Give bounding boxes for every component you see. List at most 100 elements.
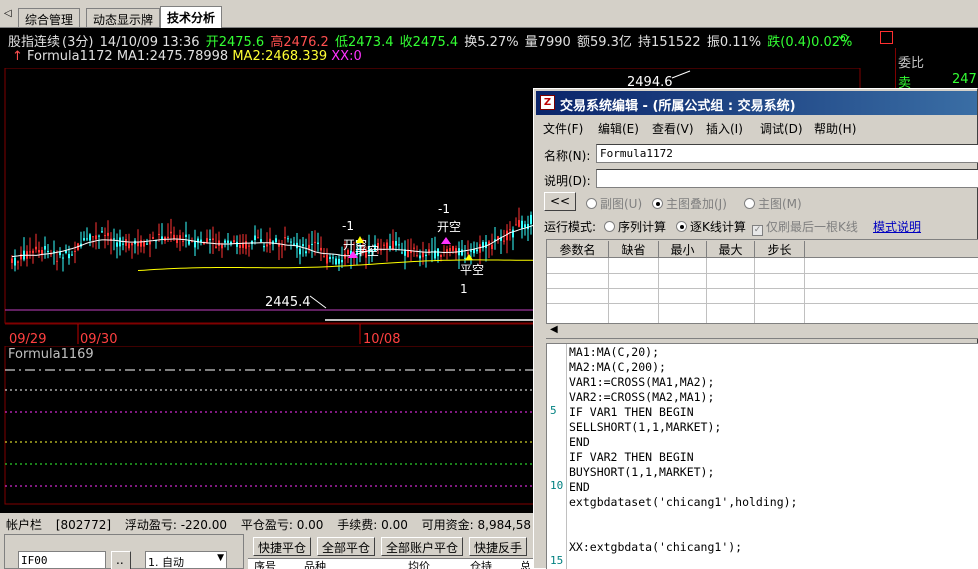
amplitude: 振0.11% <box>706 35 762 50</box>
chevron-down-icon: ▼ <box>217 553 224 563</box>
code-line: SELLSHORT(1,1,MARKET); <box>569 420 722 434</box>
description-input[interactable] <box>596 169 978 188</box>
candle-body <box>266 244 268 247</box>
radio-main-overlay[interactable]: 主图叠加(J) <box>652 195 727 212</box>
candle-body <box>530 214 532 224</box>
candle-body <box>104 235 106 237</box>
radio-series-calc[interactable]: 序列计算 <box>604 218 666 235</box>
toggle-icon[interactable]: ⟲ <box>838 31 856 45</box>
candle-body <box>59 252 61 256</box>
candle-body <box>233 240 235 243</box>
arrow-up-icon: ↑ <box>12 49 23 64</box>
mode-help-link[interactable]: 模式说明 <box>873 218 921 235</box>
candle-body <box>422 251 424 258</box>
contract-picker-button[interactable]: .. <box>111 551 131 569</box>
radio-main-chart[interactable]: 主图(M) <box>744 195 802 212</box>
order-ratio-label: 委比 <box>898 56 925 71</box>
description-label: 说明(D): <box>544 174 591 188</box>
menu-edit[interactable]: 编辑(E) <box>598 120 639 137</box>
quick-reverse-button[interactable]: 快捷反手 <box>469 537 528 556</box>
candle-body <box>98 235 100 237</box>
candle-body <box>125 239 127 246</box>
floating-pl: 浮动盈亏: -220.00 <box>124 518 228 532</box>
candle-body <box>149 241 151 245</box>
candle-body <box>281 245 283 247</box>
candle-body <box>335 258 337 265</box>
name-input[interactable]: Formula1172 <box>596 144 978 163</box>
collapse-button[interactable]: << <box>544 192 576 211</box>
candle-body <box>341 259 343 263</box>
order-mode-select[interactable]: 1. 自动 ▼ <box>145 551 227 569</box>
candle-body <box>131 243 133 246</box>
candle-body <box>344 253 346 259</box>
candle-body <box>182 240 184 242</box>
candle-body <box>479 244 481 253</box>
code-line: extgbdataset('chicang1',holding); <box>569 495 798 509</box>
col-symbol: 品种 <box>304 560 326 569</box>
window-toggle-icon[interactable] <box>880 31 893 44</box>
radio-dot <box>676 221 687 232</box>
candle-body <box>338 258 340 264</box>
tab-technical-analysis[interactable]: 技术分析 <box>160 6 223 28</box>
account-id: [802772] <box>55 518 112 532</box>
candle-body <box>161 236 163 239</box>
candle-body <box>11 258 13 263</box>
candle-body <box>383 244 385 246</box>
radio-main-chart-label: 主图(M) <box>758 197 802 211</box>
candle-body <box>464 257 466 259</box>
date-label-1008: 10/08 <box>363 332 400 346</box>
code-line: MA2:MA(C,200); <box>569 360 666 374</box>
candle-body <box>218 240 220 246</box>
grid-line <box>547 288 978 289</box>
tab-scroll-left-icon[interactable]: ◁ <box>4 8 16 22</box>
dialog-titlebar[interactable]: Z 交易系统编辑 - (所属公式组 : 交易系统) <box>536 91 977 115</box>
contract-input[interactable]: IF00 <box>18 551 106 569</box>
quick-close-button[interactable]: 快捷平仓 <box>253 537 312 556</box>
candle-body <box>290 241 292 243</box>
candle-body <box>65 250 67 253</box>
xx-value: XX:0 <box>331 49 362 64</box>
candle-body <box>146 243 148 245</box>
candle-body <box>188 240 190 245</box>
param-col-min: 最小 <box>659 241 707 257</box>
col-index: 序号 <box>254 560 276 569</box>
radio-bar-calc-label: 逐K线计算 <box>690 220 746 234</box>
menu-help[interactable]: 帮助(H) <box>814 120 856 137</box>
scroll-left-icon[interactable]: ◀ <box>550 324 558 335</box>
formula-code-editor[interactable]: 5 10 15 MA1:MA(C,20); MA2:MA(C,200); VAR1:… <box>546 343 978 569</box>
radio-subchart[interactable]: 副图(U) <box>586 195 642 212</box>
tab-dynamic-board[interactable]: 动态显示牌 <box>86 8 161 27</box>
volume: 量7990 <box>524 35 571 50</box>
signal-num: -1 <box>342 219 354 233</box>
candle-body <box>215 246 217 249</box>
signal-num: -1 <box>438 202 450 216</box>
menu-view[interactable]: 查看(V) <box>652 120 694 137</box>
radio-bar-calc[interactable]: 逐K线计算 <box>676 218 746 235</box>
menu-insert[interactable]: 插入(I) <box>706 120 743 137</box>
parameters-scrollbar[interactable]: ◀ <box>546 323 978 338</box>
close-all-accounts-button[interactable]: 全部账户平仓 <box>381 537 464 556</box>
signal-triangle-down <box>441 237 451 244</box>
close-all-button[interactable]: 全部平仓 <box>317 537 376 556</box>
code-line: END <box>569 435 590 449</box>
open-interest: 持151522 <box>638 35 701 50</box>
candle-body <box>221 244 223 249</box>
close-price: 收2475.4 <box>399 35 459 50</box>
candle-body <box>95 235 97 240</box>
radio-dot <box>652 198 663 209</box>
menu-file[interactable]: 文件(F) <box>543 120 583 137</box>
candle-body <box>209 238 211 241</box>
tab-comprehensive[interactable]: 综合管理 <box>18 8 81 27</box>
candle-body <box>512 229 514 238</box>
last-bar-only-checkbox[interactable]: ✓ 仅刷最后一根K线 <box>752 218 858 236</box>
col-total: 总 <box>520 560 531 569</box>
candle-body <box>395 241 397 246</box>
code-line: MA1:MA(C,20); <box>569 345 660 359</box>
candle-body <box>302 244 304 247</box>
menu-debug[interactable]: 调试(D) <box>760 120 803 137</box>
candle-body <box>446 249 448 252</box>
ma1-value: MA1:2475.78998 <box>116 49 229 64</box>
candle-body <box>332 257 334 259</box>
candle-body <box>224 240 226 243</box>
signal-num: 1 <box>460 282 468 296</box>
